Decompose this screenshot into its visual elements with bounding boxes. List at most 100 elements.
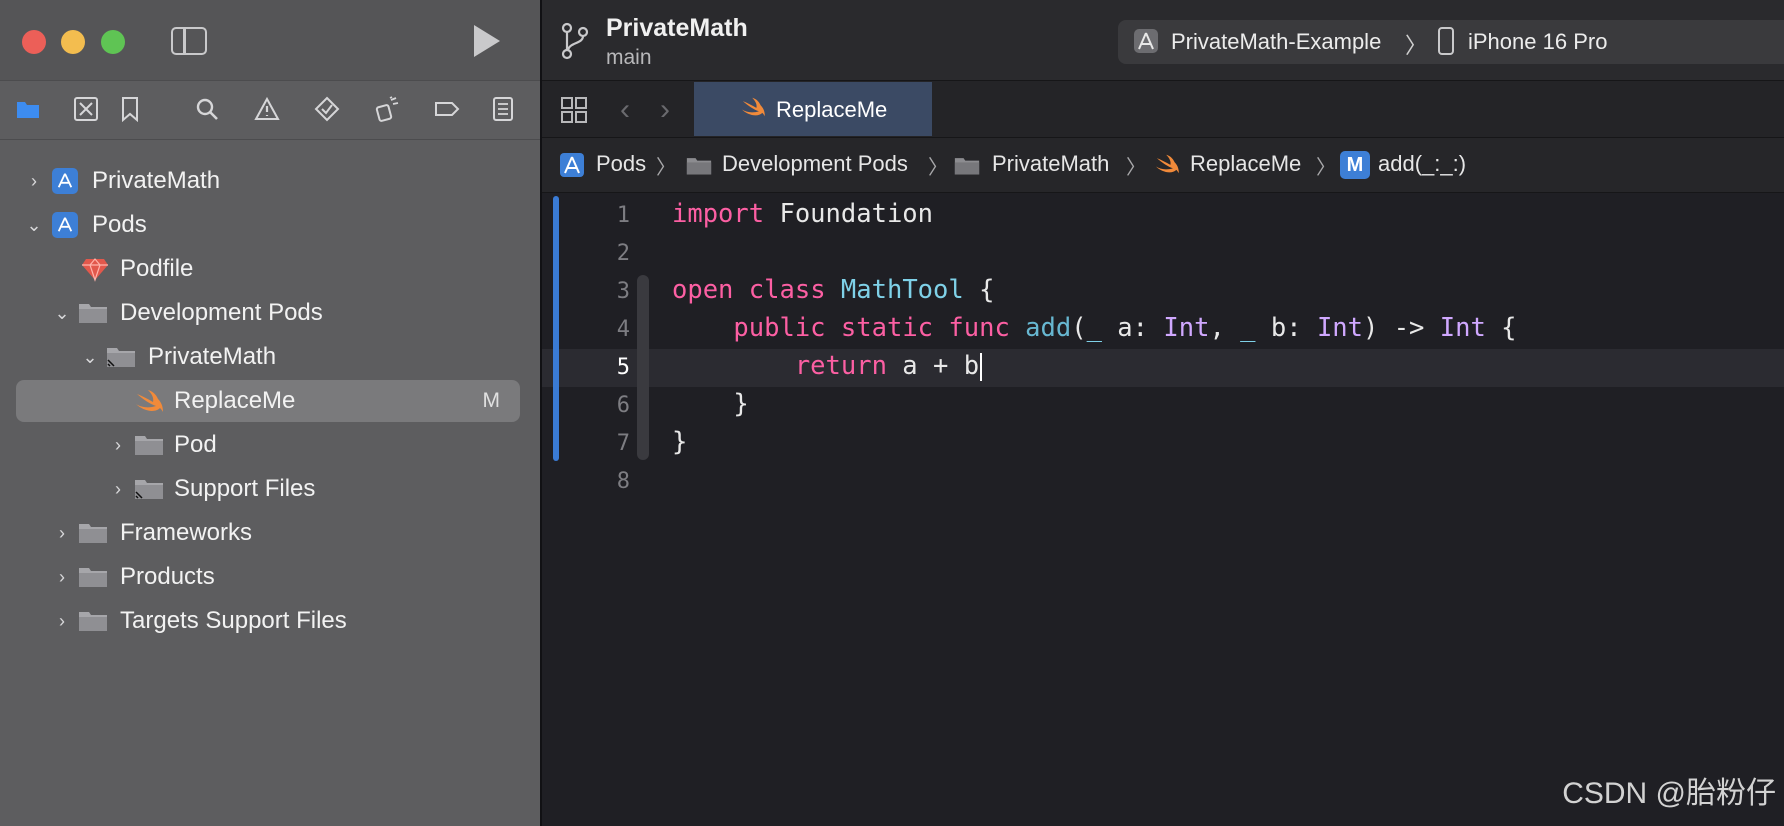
editor-tab-label[interactable]: ReplaceMe	[776, 97, 887, 123]
chevron-right-icon[interactable]: ›	[26, 172, 42, 190]
tree-label: Development Pods	[120, 299, 323, 326]
chevron-right-icon[interactable]: ›	[54, 524, 70, 542]
iphone-icon	[1438, 27, 1454, 55]
method-badge-icon: M	[1340, 151, 1370, 179]
tree-label: Support Files	[174, 475, 316, 502]
tree-row-privatemath[interactable]: › PrivateMath	[16, 160, 520, 202]
forward-chevron-icon[interactable]: ›	[660, 93, 670, 127]
minimize-window-button[interactable]	[61, 30, 85, 54]
tree-label: ReplaceMe	[174, 387, 296, 414]
tree-row-frameworks[interactable]: › Frameworks	[16, 512, 520, 554]
tree-row-products[interactable]: › Products	[16, 556, 520, 598]
chevron-right-icon[interactable]: ›	[54, 612, 70, 630]
scheme-app-icon	[1134, 29, 1158, 53]
folder-icon	[78, 520, 108, 546]
sidebar-toggle-icon[interactable]	[171, 27, 207, 55]
app-icon	[52, 168, 78, 194]
tree-label: Podfile	[120, 255, 194, 282]
code-line[interactable]: open class MathTool {	[672, 275, 994, 305]
folder-icon	[134, 432, 164, 458]
find-navigator-icon[interactable]	[193, 95, 221, 123]
chevron-right-icon[interactable]: ›	[110, 480, 126, 498]
project-title: PrivateMath	[606, 14, 748, 42]
chevron-down-icon[interactable]: ⌄	[54, 304, 70, 322]
tree-label: Frameworks	[120, 519, 253, 546]
jumpbar-separator: 〉	[1316, 157, 1336, 179]
folder-icon	[78, 608, 108, 634]
app-icon	[52, 212, 78, 238]
text-cursor	[980, 353, 983, 381]
tree-label: PrivateMath	[92, 167, 221, 194]
run-button[interactable]	[474, 25, 500, 57]
change-indicator-bar[interactable]	[553, 196, 559, 461]
folder-icon	[686, 154, 712, 181]
code-line-current[interactable]: return a + b	[672, 351, 983, 381]
tree-row-replaceme[interactable]: ReplaceMe M	[16, 380, 520, 422]
zoom-window-button[interactable]	[101, 30, 125, 54]
issue-navigator-icon[interactable]	[253, 95, 281, 123]
folder-icon	[106, 344, 136, 370]
line-number: 8	[616, 469, 630, 494]
tree-row-privatemath-folder[interactable]: ⌄ PrivateMath	[16, 336, 520, 378]
line-number: 4	[616, 317, 630, 342]
code-line[interactable]: import Foundation	[672, 199, 933, 229]
jumpbar-item-method[interactable]: add(_:_:)	[1378, 151, 1466, 177]
folder-icon	[134, 476, 164, 502]
scheme-name[interactable]: PrivateMath-Example	[1171, 29, 1381, 55]
source-control-navigator-icon[interactable]	[72, 95, 100, 123]
line-number: 2	[616, 241, 630, 266]
tree-row-pod[interactable]: › Pod	[16, 424, 520, 466]
line-number: 6	[616, 393, 630, 418]
project-navigator-icon[interactable]	[14, 95, 42, 123]
ruby-gem-icon	[80, 256, 110, 282]
line-number: 3	[616, 279, 630, 304]
swift-icon	[134, 388, 164, 414]
folder-icon	[78, 564, 108, 590]
run-destination[interactable]: iPhone 16 Pro	[1468, 29, 1607, 55]
folder-icon	[954, 154, 980, 181]
tree-label: Targets Support Files	[120, 607, 347, 634]
jumpbar-item-privatemath[interactable]: PrivateMath	[992, 151, 1109, 177]
chevron-down-icon[interactable]: ⌄	[26, 216, 42, 234]
jumpbar-item-replaceme[interactable]: ReplaceMe	[1190, 151, 1301, 177]
tree-row-podfile[interactable]: Podfile	[16, 248, 520, 290]
swift-icon	[1154, 153, 1180, 180]
folder-icon	[78, 300, 108, 326]
code-line[interactable]: }	[672, 389, 748, 419]
tree-label: Pods	[92, 211, 147, 238]
line-number-current: 5	[616, 355, 630, 380]
jumpbar-item-pods[interactable]: Pods	[596, 151, 646, 177]
tree-row-development-pods[interactable]: ⌄ Development Pods	[16, 292, 520, 334]
debug-navigator-icon[interactable]	[373, 95, 401, 123]
test-navigator-icon[interactable]	[313, 95, 341, 123]
related-items-icon[interactable]	[560, 96, 588, 124]
jumpbar-separator: 〉	[1126, 157, 1146, 179]
chevron-down-icon[interactable]: ⌄	[82, 348, 98, 366]
code-line[interactable]: }	[672, 427, 687, 457]
tree-row-support-files[interactable]: › Support Files	[16, 468, 520, 510]
tree-label: Pod	[174, 431, 217, 458]
branch-icon	[560, 22, 590, 60]
tree-label: PrivateMath	[148, 343, 277, 370]
chevron-right-icon[interactable]: ›	[54, 568, 70, 586]
code-line[interactable]: public static func add(_ a: Int, _ b: In…	[672, 313, 1516, 343]
code-folding-ribbon[interactable]	[637, 275, 649, 460]
tree-row-targets-support-files[interactable]: › Targets Support Files	[16, 600, 520, 642]
swift-icon	[740, 96, 766, 123]
line-number: 7	[616, 431, 630, 456]
watermark: CSDN @胎粉仔	[1562, 777, 1776, 810]
tree-row-pods[interactable]: ⌄ Pods	[16, 204, 520, 246]
scheme-separator: 〉	[1405, 33, 1428, 58]
close-window-button[interactable]	[22, 30, 46, 54]
chevron-right-icon[interactable]: ›	[110, 436, 126, 454]
jumpbar-item-development-pods[interactable]: Development Pods	[722, 151, 908, 177]
back-chevron-icon[interactable]: ‹	[620, 93, 630, 127]
breakpoint-navigator-icon[interactable]	[433, 95, 461, 123]
modified-badge: M	[482, 389, 501, 412]
bookmark-navigator-icon[interactable]	[116, 95, 144, 123]
jumpbar-separator: 〉	[656, 157, 676, 179]
tree-label: Products	[120, 563, 215, 590]
report-navigator-icon[interactable]	[489, 95, 517, 123]
branch-name[interactable]: main	[606, 46, 652, 70]
jumpbar-separator: 〉	[928, 157, 948, 179]
